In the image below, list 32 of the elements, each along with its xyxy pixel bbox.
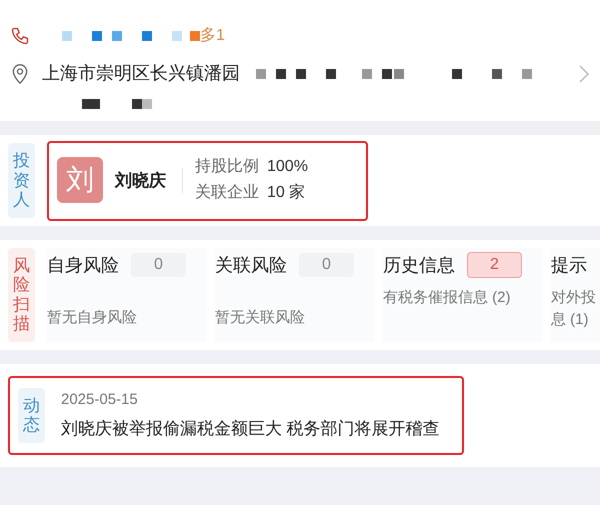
count-badge: 0 [131, 253, 186, 278]
risk-title: 关联风险 [215, 254, 287, 277]
risk-description: 暂无关联风险 [215, 308, 306, 328]
risk-description: 有税务催报信息 (2) [383, 288, 512, 308]
address-text: 上海市崇明区长兴镇潘园 [42, 62, 240, 85]
risk-card[interactable]: 历史信息 2 有税务催报信息 (2) [383, 248, 543, 342]
risk-description: 暂无自身风险 [47, 308, 138, 328]
stat-label: 持股比例 [195, 156, 259, 178]
chevron-right-icon[interactable] [578, 64, 590, 84]
section-tag: 动态 [18, 388, 45, 443]
count-badge: 2 [467, 252, 522, 278]
investor-name[interactable]: 刘晓庆 [115, 168, 183, 194]
section-tag: 投资人 [8, 143, 35, 218]
stat-value: 10 家 [267, 182, 306, 204]
risk-card[interactable]: 提示 对外投 息 (1) [551, 248, 600, 342]
risk-title: 历史信息 [383, 254, 455, 277]
avatar: 刘 [57, 157, 103, 204]
section-tag: 风险扫描 [8, 248, 35, 342]
news-date: 2025-05-15 [61, 390, 139, 410]
news-headline[interactable]: 刘晓庆被举报偷漏税金额巨大 税务部门将展开稽查 [61, 416, 440, 442]
risk-title: 提示 [551, 254, 587, 277]
risk-description: 对外投 [551, 288, 597, 308]
location-icon [10, 62, 30, 84]
risk-card[interactable]: 关联风险 0 暂无关联风险 [215, 248, 375, 342]
stat-label: 关联企业 [195, 182, 259, 204]
stat-value: 100% [267, 157, 308, 178]
redaction-drawing [82, 99, 154, 109]
count-badge: 0 [299, 253, 354, 278]
risk-title: 自身风险 [47, 254, 119, 277]
phone-icon [10, 26, 30, 46]
risk-description: 息 (1) [551, 310, 590, 330]
risk-card[interactable]: 自身风险 0 暂无自身风险 [47, 248, 207, 342]
